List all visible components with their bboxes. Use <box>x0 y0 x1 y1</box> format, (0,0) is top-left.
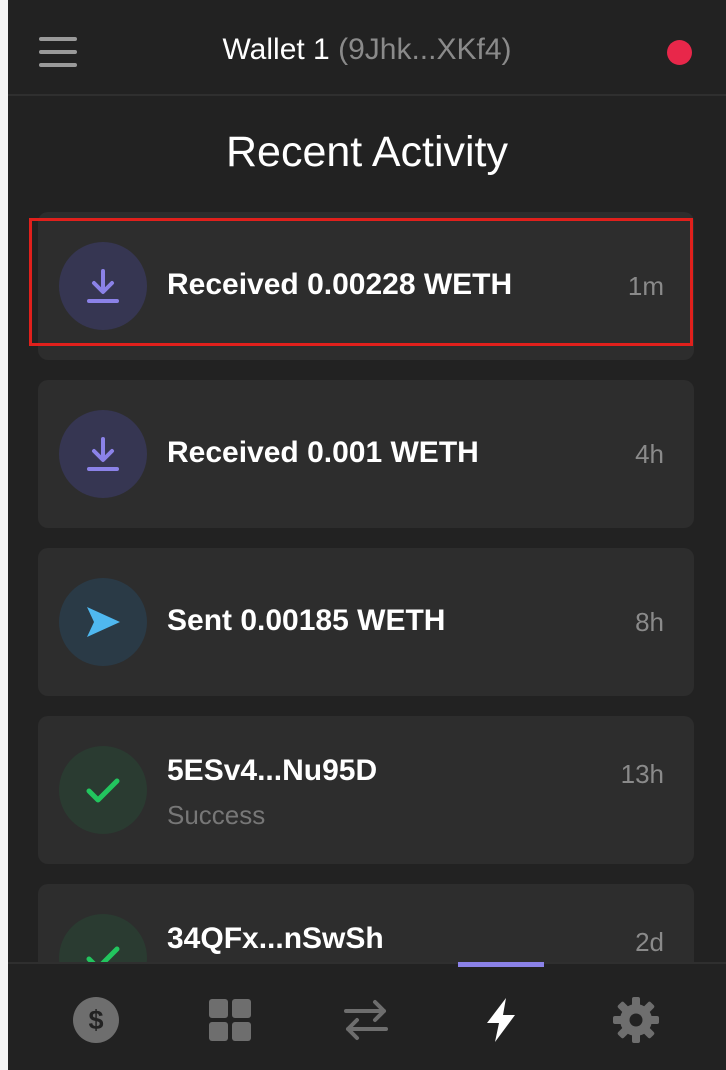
activity-item[interactable]: Received 0.001 WETH 4h <box>38 380 694 528</box>
tab-collectibles[interactable] <box>180 964 280 1070</box>
activity-item[interactable]: 5ESv4...Nu95D Success 13h <box>38 716 694 864</box>
tab-activity[interactable] <box>451 964 551 1070</box>
tab-settings[interactable] <box>586 964 686 1070</box>
activity-time: 13h <box>620 759 664 789</box>
activity-title: 5ESv4...Nu95D <box>167 754 378 787</box>
tab-swap[interactable] <box>316 964 416 1070</box>
activity-title: 34QFx...nSwSh <box>167 922 384 955</box>
wallet-app: Wallet 1 (9Jhk...XKf4) Recent Activity R… <box>8 0 726 1070</box>
header: Wallet 1 (9Jhk...XKf4) <box>8 0 726 96</box>
check-icon <box>59 746 147 834</box>
gear-icon <box>613 997 659 1043</box>
activity-status: Success <box>167 800 266 830</box>
download-icon <box>59 410 147 498</box>
bottom-nav: $ <box>8 962 726 1070</box>
tab-balances[interactable]: $ <box>46 964 146 1070</box>
lightning-icon <box>487 998 515 1042</box>
activity-title: Received 0.00228 WETH <box>167 268 513 301</box>
dollar-coin-icon: $ <box>73 997 119 1043</box>
wallet-address: (9Jhk...XKf4) <box>338 33 512 66</box>
activity-time: 2d <box>635 927 664 957</box>
activity-time: 4h <box>635 439 664 469</box>
browser-edge <box>0 0 8 1070</box>
svg-text:$: $ <box>88 1005 103 1035</box>
activity-time: 8h <box>635 607 664 637</box>
send-icon <box>59 578 147 666</box>
activity-time: 1m <box>627 271 664 301</box>
wallet-name: Wallet 1 <box>222 33 330 66</box>
page-title: Recent Activity <box>226 128 508 176</box>
activity-item[interactable]: Sent 0.00185 WETH 8h <box>38 548 694 696</box>
activity-item[interactable]: Received 0.00228 WETH 1m <box>38 212 694 360</box>
swap-arrows-icon <box>344 1000 388 1040</box>
activity-title: Received 0.001 WETH <box>167 436 479 469</box>
activity-title: Sent 0.00185 WETH <box>167 604 446 637</box>
download-icon <box>59 242 147 330</box>
wallet-selector[interactable]: Wallet 1 (9Jhk...XKf4) <box>8 30 726 70</box>
connection-status-dot[interactable] <box>667 40 692 65</box>
grid-icon <box>209 999 251 1041</box>
